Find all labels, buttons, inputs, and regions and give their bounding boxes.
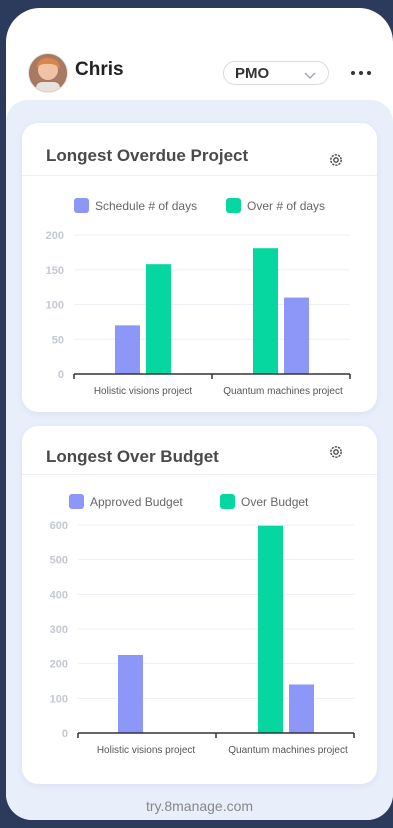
bar [289, 684, 314, 733]
more-options-icon[interactable] [350, 65, 372, 79]
y-tick-label: 100 [50, 693, 68, 705]
phone-frame: Chris PMO Longest Overdue Project Schedu… [6, 8, 393, 820]
bar [253, 248, 278, 374]
x-tick-label: Quantum machines project [223, 386, 343, 397]
overdue-bar-chart: 0 50 100 150 200 Holistic visions project Quan… [46, 230, 351, 397]
footer-link[interactable]: try.8manage.com [6, 798, 393, 814]
y-tick-label: 100 [46, 300, 64, 312]
bar [284, 297, 309, 374]
y-tick-label: 400 [50, 589, 68, 601]
y-tick-label: 150 [46, 265, 64, 277]
over-budget-bar-chart: 0 100 200 300 400 500 600 Holistic visions proj… [50, 520, 355, 756]
bar [115, 325, 140, 374]
overdue-project-card: Longest Overdue Project Schedule # of da… [22, 123, 377, 412]
y-tick-label: 600 [50, 520, 68, 532]
chevron-down-icon [304, 67, 316, 85]
y-tick-label: 200 [46, 230, 64, 242]
x-tick-label: Holistic visions project [94, 386, 193, 397]
role-dropdown-value: PMO [235, 65, 270, 82]
bar [258, 525, 283, 733]
user-name: Chris [75, 59, 124, 80]
x-tick-label: Holistic visions project [97, 745, 196, 756]
dashboard-content[interactable]: Longest Overdue Project Schedule # of da… [6, 100, 393, 820]
role-dropdown[interactable]: PMO [223, 61, 329, 85]
y-tick-label: 50 [52, 334, 64, 346]
bar [118, 655, 143, 733]
y-tick-label: 0 [62, 728, 68, 740]
app-header: Chris PMO [6, 8, 393, 103]
y-tick-label: 500 [50, 555, 68, 567]
avatar[interactable] [28, 53, 68, 93]
x-tick-label: Quantum machines project [228, 745, 348, 756]
bar [146, 264, 171, 374]
y-tick-label: 300 [50, 624, 68, 636]
y-tick-label: 200 [50, 659, 68, 671]
over-budget-card: Longest Over Budget Approved Budget Over… [22, 426, 377, 784]
y-tick-label: 0 [58, 369, 64, 381]
